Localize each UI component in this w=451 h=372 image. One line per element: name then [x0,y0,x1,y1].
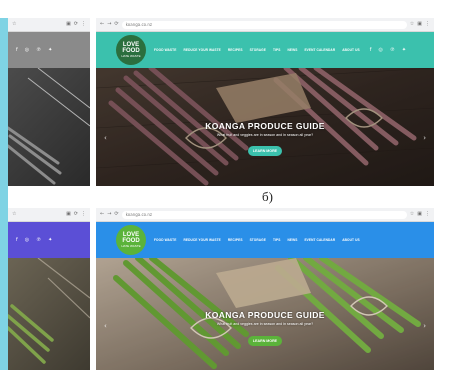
extension-icon[interactable]: ▣ [417,212,422,217]
browser-chrome: ☆ ▣ ⟳ ⋮ [8,18,90,32]
reload-icon[interactable]: ⟳ [74,212,78,217]
screenshot-top-right: ← → ⟳ koanga.co.nz ☆ ▣ ⋮ LOVE FOOD HATE … [96,18,434,186]
browser-chrome: ☆ ▣ ⟳ ⋮ [8,208,90,222]
facebook-icon[interactable]: f [16,237,18,243]
menu-item-storage[interactable]: STORAGE [250,48,266,52]
instagram-icon[interactable]: ◎ [25,47,29,53]
star-icon[interactable]: ☆ [12,212,16,217]
twitter-icon[interactable]: ✦ [48,237,52,243]
menu-item-about-us[interactable]: ABOUT US [342,238,359,242]
facebook-icon[interactable]: f [370,47,372,53]
extension-icon[interactable]: ▣ [66,212,71,217]
social-links: f ◎ ℗ ✦ [370,47,406,53]
logo-text-main: LOVE FOOD [122,232,140,244]
asparagus-photo [8,258,90,364]
hero-title: KOANGA PRODUCE GUIDE [205,121,325,131]
pinterest-icon[interactable]: ℗ [36,47,41,53]
pinterest-icon[interactable]: ℗ [390,47,395,53]
menu-item-news[interactable]: NEWS [287,238,297,242]
logo-text-sub: HATE WASTE [121,244,141,248]
logo-text-main: LOVE FOOD [122,42,140,54]
site-header: f ◎ ℗ ✦ [8,32,90,68]
menu-item-reduce-waste[interactable]: REDUCE YOUR WASTE [183,48,220,52]
instagram-icon[interactable]: ◎ [25,237,29,243]
hero-subtitle: What fruit and veggies are in season and… [216,133,314,137]
browser-chrome: ← → ⟳ koanga.co.nz ☆ ▣ ⋮ [96,18,434,32]
carousel-next-arrow-icon[interactable]: › [423,134,426,142]
carousel-prev-arrow-icon[interactable]: ‹ [104,134,107,142]
pinterest-icon[interactable]: ℗ [36,237,41,243]
forward-icon[interactable]: → [107,212,111,217]
left-accent-strip [0,18,8,370]
star-icon[interactable]: ☆ [12,22,16,27]
reload-icon[interactable]: ⟳ [74,22,78,27]
hero-banner [8,68,90,186]
menu-item-reduce-waste[interactable]: REDUCE YOUR WASTE [183,238,220,242]
main-menu: FOOD WASTE REDUCE YOUR WASTE RECIPES STO… [154,238,360,242]
reload-icon[interactable]: ⟳ [114,22,118,27]
extension-icon[interactable]: ▣ [66,22,71,27]
star-icon[interactable]: ☆ [410,212,414,217]
logo-text-sub: HATE WASTE [121,54,141,58]
facebook-icon[interactable]: f [16,47,18,53]
site-logo[interactable]: LOVE FOOD HATE WASTE [116,35,146,65]
figure-caption: б) [262,189,273,204]
back-icon[interactable]: ← [100,212,104,217]
twitter-icon[interactable]: ✦ [402,47,406,53]
menu-item-recipes[interactable]: RECIPES [228,48,243,52]
menu-item-news[interactable]: NEWS [287,48,297,52]
menu-icon[interactable]: ⋮ [425,212,430,217]
menu-icon[interactable]: ⋮ [81,212,86,217]
site-header: LOVE FOOD HATE WASTE FOOD WASTE REDUCE Y… [96,222,434,258]
menu-item-event-calendar[interactable]: EVENT CALENDAR [304,48,335,52]
learn-more-button[interactable]: LEARN MORE [248,336,282,346]
menu-item-recipes[interactable]: RECIPES [228,238,243,242]
extension-icon[interactable]: ▣ [417,22,422,27]
forward-icon[interactable]: → [107,22,111,27]
address-bar[interactable]: koanga.co.nz [121,210,407,219]
screenshot-top-left: ☆ ▣ ⟳ ⋮ f ◎ ℗ ✦ [8,18,90,186]
address-bar[interactable]: koanga.co.nz [121,20,407,29]
asparagus-photo [8,68,90,185]
carousel-next-arrow-icon[interactable]: › [423,322,426,330]
learn-more-button[interactable]: LEARN MORE [248,146,282,156]
main-menu: FOOD WASTE REDUCE YOUR WASTE RECIPES STO… [154,48,360,52]
menu-item-about-us[interactable]: ABOUT US [342,48,359,52]
star-icon[interactable]: ☆ [410,22,414,27]
menu-item-food-waste[interactable]: FOOD WASTE [154,48,176,52]
hero-subtitle: What fruit and veggies are in season and… [216,322,314,326]
site-header: LOVE FOOD HATE WASTE FOOD WASTE REDUCE Y… [96,32,434,68]
menu-item-storage[interactable]: STORAGE [250,238,266,242]
reload-icon[interactable]: ⟳ [114,212,118,217]
menu-item-event-calendar[interactable]: EVENT CALENDAR [304,238,335,242]
twitter-icon[interactable]: ✦ [48,47,52,53]
menu-item-tips[interactable]: TIPS [273,238,281,242]
social-links: f ◎ ℗ ✦ [16,237,52,243]
site-logo[interactable]: LOVE FOOD HATE WASTE [116,225,146,255]
hero-banner [8,258,90,370]
browser-chrome: ← → ⟳ koanga.co.nz ☆ ▣ ⋮ [96,208,434,222]
carousel-prev-arrow-icon[interactable]: ‹ [104,322,107,330]
hero-banner: KOANGA PRODUCE GUIDE What fruit and vegg… [96,258,434,370]
screenshot-bottom-left: ☆ ▣ ⟳ ⋮ f ◎ ℗ ✦ [8,208,90,370]
instagram-icon[interactable]: ◎ [378,47,382,53]
back-icon[interactable]: ← [100,22,104,27]
hero-title: KOANGA PRODUCE GUIDE [205,310,325,320]
screenshot-bottom-right: ← → ⟳ koanga.co.nz ☆ ▣ ⋮ LOVE FOOD HATE … [96,208,434,370]
menu-icon[interactable]: ⋮ [425,22,430,27]
menu-icon[interactable]: ⋮ [81,22,86,27]
site-header: f ◎ ℗ ✦ [8,222,90,258]
menu-item-tips[interactable]: TIPS [273,48,281,52]
hero-banner: KOANGA PRODUCE GUIDE What fruit and vegg… [96,68,434,186]
menu-item-food-waste[interactable]: FOOD WASTE [154,238,176,242]
social-links: f ◎ ℗ ✦ [16,47,52,53]
